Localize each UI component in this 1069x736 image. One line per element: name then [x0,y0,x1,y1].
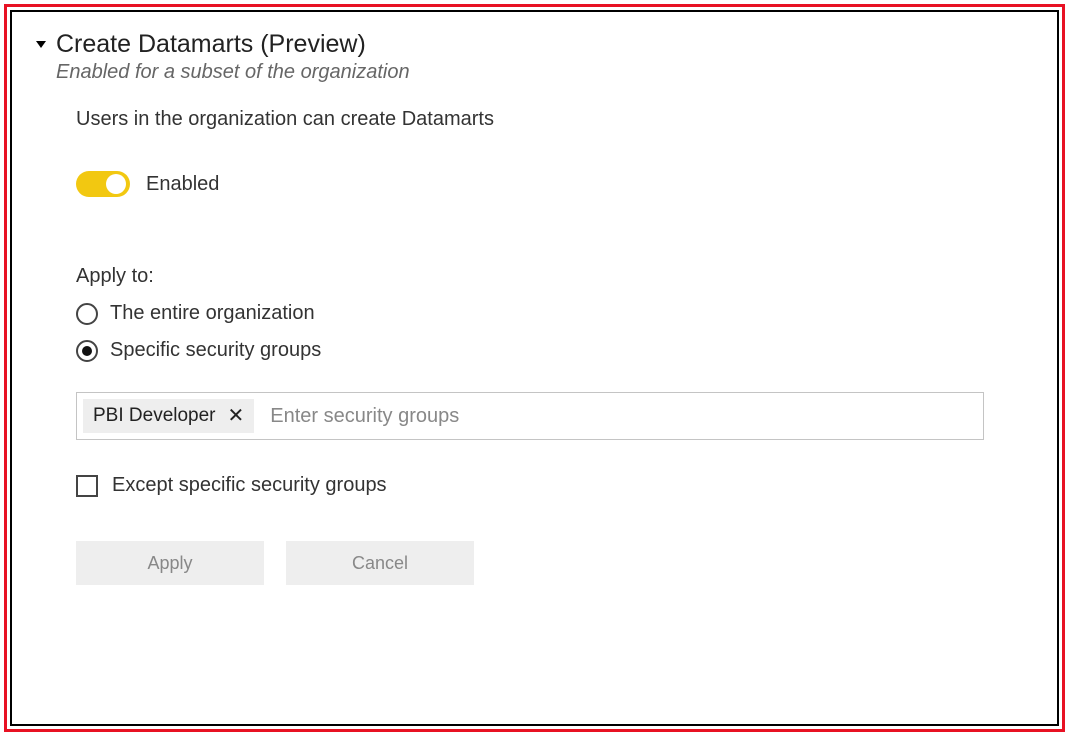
setting-title: Create Datamarts (Preview) [56,30,1039,59]
radio-entire-organization[interactable] [76,303,98,325]
apply-button[interactable]: Apply [76,541,264,585]
radio-entire-organization-label: The entire organization [110,302,315,325]
apply-to-label: Apply to: [76,265,1039,288]
chip-label: PBI Developer [93,405,216,427]
cancel-button[interactable]: Cancel [286,541,474,585]
except-groups-label: Except specific security groups [112,474,387,497]
setting-description: Users in the organization can create Dat… [76,108,1039,131]
security-groups-input[interactable] [254,393,983,439]
security-groups-input-container[interactable]: PBI Developer ✕ [76,392,984,440]
chip-remove-icon[interactable]: ✕ [228,406,245,426]
enabled-toggle-label: Enabled [146,173,219,196]
toggle-knob-icon [106,174,126,194]
enabled-toggle[interactable] [76,171,130,197]
security-group-chip[interactable]: PBI Developer ✕ [83,399,254,433]
radio-specific-security-groups-label: Specific security groups [110,339,321,362]
radio-specific-security-groups[interactable] [76,340,98,362]
collapse-caret-icon[interactable] [36,41,46,48]
except-groups-checkbox[interactable] [76,475,98,497]
setting-subtitle: Enabled for a subset of the organization [56,61,1039,84]
